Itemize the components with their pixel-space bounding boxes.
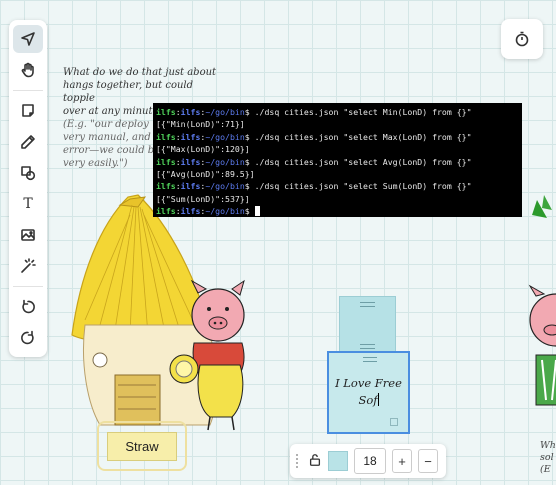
note-text-line: I Love Free	[335, 376, 402, 390]
prompt-path: ~/go/bin	[205, 206, 245, 217]
prompt-path: ~/go/bin	[205, 181, 245, 192]
terminal-command-line: ilfs:ilfs:~/go/bin$ ./dsq cities.json "s…	[156, 180, 519, 192]
note-drag-grip[interactable]	[360, 302, 375, 307]
sticky-note-selected[interactable]: I Love Free Sof	[327, 351, 410, 434]
prompt-symbol: $	[244, 156, 255, 167]
prompt-host: ilfs	[180, 206, 201, 217]
undo-tool[interactable]	[13, 293, 43, 321]
prompt-user: ilfs	[156, 181, 176, 192]
terminal-window[interactable]: ilfs:ilfs:~/go/bin$ ./dsq cities.json "s…	[153, 103, 522, 217]
timer-button[interactable]	[501, 19, 543, 59]
cursor-arrow-icon	[21, 32, 35, 46]
prompt-path: ~/go/bin	[205, 156, 245, 167]
sticky-note-tool[interactable]	[13, 97, 43, 125]
terminal-output-line: [{"Avg(LonD)":89.5}]	[156, 169, 255, 180]
magic-wand-icon	[21, 258, 36, 273]
toolbar-divider	[13, 286, 43, 287]
text-icon: T	[23, 196, 33, 212]
shapes-icon	[21, 166, 36, 181]
prompt-user: ilfs	[156, 131, 176, 142]
terminal-command-line: ilfs:ilfs:~/go/bin$ ./dsq cities.json "s…	[156, 156, 519, 168]
select-tool[interactable]	[13, 25, 43, 53]
toolbar-divider	[13, 90, 43, 91]
text-tool[interactable]: T	[13, 190, 43, 218]
prompt-symbol: $	[244, 206, 255, 217]
prompt-symbol: $	[244, 131, 255, 142]
undo-icon	[22, 299, 35, 314]
terminal-cursor	[254, 206, 260, 217]
unlock-icon	[309, 453, 321, 466]
offscreen-text-line: Wh	[540, 440, 556, 451]
redo-tool[interactable]	[13, 324, 43, 352]
offscreen-text-line: (E	[540, 464, 551, 475]
prompt-symbol: $	[244, 107, 255, 117]
offscreen-text: Wh sol (E	[540, 440, 556, 476]
prompt-host: ilfs	[180, 131, 201, 142]
prompt-host: ilfs	[180, 107, 201, 117]
straw-house-illustration	[71, 194, 245, 431]
color-swatch-button[interactable]	[328, 451, 348, 471]
timer-icon	[515, 31, 529, 47]
note-drag-grip[interactable]	[363, 357, 377, 362]
straw-roof	[71, 194, 211, 346]
terminal-command-line: ilfs:ilfs:~/go/bin$ ./dsq cities.json "s…	[156, 131, 519, 143]
command-text: ./dsq cities.json "select Avg(LonD) from…	[254, 156, 472, 167]
font-size-decrease-button[interactable]: −	[418, 449, 438, 473]
font-size-input[interactable]: 18	[354, 448, 386, 474]
image-tool[interactable]	[13, 221, 43, 249]
pig-illustration-right	[528, 195, 556, 406]
prompt-user: ilfs	[156, 206, 176, 217]
image-icon	[21, 229, 35, 241]
font-size-increase-button[interactable]: +	[392, 449, 412, 473]
drag-handle-icon[interactable]	[296, 454, 302, 468]
terminal-prompt-line: ilfs:ilfs:~/go/bin$	[156, 205, 519, 217]
prompt-user: ilfs	[156, 107, 176, 117]
command-text: ./dsq cities.json "select Max(LonD) from…	[254, 131, 472, 142]
note-text[interactable]: I Love Free Sof	[333, 375, 404, 409]
terminal-output-line: [{"Sum(LonD)":537}]	[156, 193, 250, 204]
prompt-path: ~/go/bin	[205, 131, 245, 142]
prompt-user: ilfs	[156, 156, 176, 167]
straw-label-button[interactable]: Straw	[107, 432, 177, 461]
offscreen-text-line: sol	[540, 452, 554, 463]
resize-handle[interactable]	[390, 418, 398, 426]
left-toolbar: T	[9, 20, 47, 357]
hand-tool[interactable]	[13, 56, 43, 84]
text-caret	[377, 393, 379, 406]
pencil-icon	[21, 135, 35, 149]
note-drag-grip[interactable]	[360, 344, 375, 349]
sticky-note-icon	[22, 104, 34, 117]
pen-tool[interactable]	[13, 128, 43, 156]
prompt-symbol: $	[244, 181, 255, 192]
terminal-output-line: [{"Max(LonD)":120}]	[156, 144, 250, 155]
note-text-line: Sof	[333, 392, 404, 409]
shape-tool[interactable]	[13, 159, 43, 187]
format-toolbar: 18 + −	[290, 444, 446, 478]
prompt-path: ~/go/bin	[205, 107, 245, 117]
magic-tool[interactable]	[13, 252, 43, 280]
command-text: ./dsq cities.json "select Min(LonD) from…	[254, 107, 472, 117]
lock-button[interactable]	[308, 452, 322, 471]
terminal-output-line: [{"Min(LonD)":71}]	[156, 119, 245, 130]
note-text-line-2: Sof	[358, 393, 378, 407]
prompt-host: ilfs	[180, 181, 201, 192]
terminal-command-line: ilfs:ilfs:~/go/bin$ ./dsq cities.json "s…	[156, 106, 519, 118]
hand-icon	[21, 62, 34, 78]
sticky-note-back[interactable]	[339, 296, 396, 354]
prompt-line: hangs together, but could topple	[63, 80, 194, 104]
command-text: ./dsq cities.json "select Sum(LonD) from…	[254, 181, 472, 192]
prompt-host: ilfs	[180, 156, 201, 167]
redo-icon	[21, 330, 34, 345]
prompt-line: What do we do that just about	[63, 67, 217, 78]
